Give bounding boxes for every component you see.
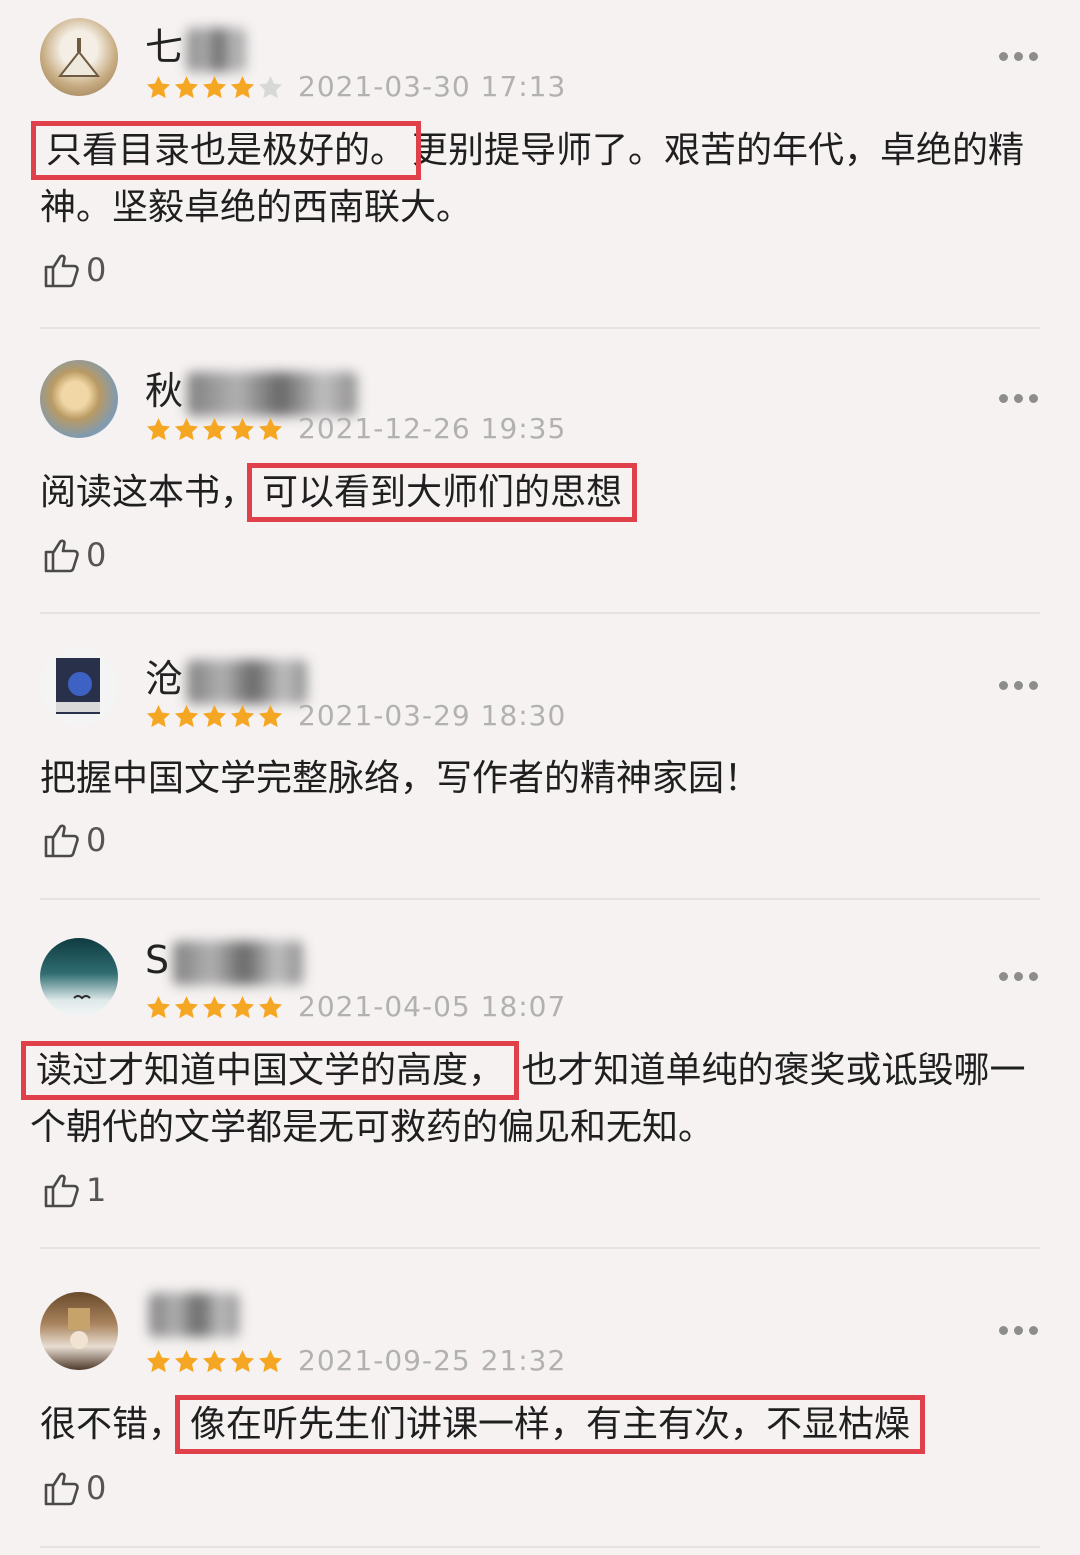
star-icon — [173, 416, 200, 443]
star-icon — [229, 74, 256, 101]
like-count: 0 — [86, 251, 107, 289]
highlight-box: 只看目录也是极好的。 — [30, 121, 422, 180]
thumbs-up-icon — [42, 250, 82, 290]
star-icon — [145, 1348, 172, 1375]
star-icon — [201, 703, 228, 730]
user-name-text: S — [145, 938, 170, 982]
thumbs-up-icon — [42, 1468, 82, 1508]
star-icon — [173, 994, 200, 1021]
avatar[interactable] — [40, 1292, 118, 1370]
like-button[interactable]: 0 — [42, 1468, 106, 1508]
star-icon — [257, 416, 284, 443]
user-name-text: 七 — [145, 25, 184, 69]
user-name-text: 秋 — [145, 369, 184, 413]
like-count: 0 — [86, 536, 107, 574]
star-icon — [257, 74, 284, 101]
highlight-box: 像在听先生们讲课一样，有主有次，不显枯燥 — [175, 1395, 926, 1454]
like-button[interactable]: 0 — [42, 820, 106, 860]
highlight-box: 读过才知道中国文学的高度， — [20, 1041, 520, 1100]
divider — [40, 1247, 1040, 1249]
more-dots-icon[interactable] — [999, 52, 1039, 64]
like-button[interactable]: 1 — [42, 1170, 106, 1210]
user-name-blur — [149, 1292, 239, 1337]
star-icon — [201, 416, 228, 443]
like-count: 1 — [86, 1171, 107, 1209]
star-icon — [201, 1348, 228, 1375]
review-date: 2021-03-30 17:13 — [298, 70, 567, 103]
star-icon — [173, 74, 200, 101]
star-icon — [229, 1348, 256, 1375]
user-name-blur — [187, 659, 308, 704]
user-name[interactable]: S — [145, 938, 304, 985]
highlight-box: 可以看到大师们的思想 — [247, 463, 638, 522]
star-icon — [173, 703, 200, 730]
avatar[interactable] — [40, 360, 118, 438]
rating-stars — [145, 74, 285, 104]
star-icon — [257, 994, 284, 1021]
review-text-before: 很不错， — [40, 1404, 185, 1445]
avatar[interactable] — [40, 18, 118, 96]
user-name[interactable]: 秋 — [145, 360, 358, 416]
more-dots-icon[interactable] — [999, 1326, 1039, 1338]
star-icon — [229, 703, 256, 730]
review-date: 2021-09-25 21:32 — [298, 1344, 567, 1377]
avatar[interactable] — [40, 648, 118, 726]
user-name[interactable]: 七 — [145, 16, 246, 72]
user-name-blur — [187, 371, 358, 416]
star-icon — [257, 1348, 284, 1375]
review-text: 把握中国文学完整脉络，写作者的精神家园！ — [40, 758, 761, 799]
divider — [40, 898, 1040, 900]
more-dots-icon[interactable] — [999, 394, 1039, 406]
thumbs-up-icon — [42, 820, 82, 860]
user-name-blur — [187, 27, 246, 72]
user-name-text: 沧 — [145, 657, 184, 701]
review-text-before: 阅读这本书， — [40, 472, 257, 513]
star-icon — [201, 994, 228, 1021]
user-name[interactable]: 沧 — [145, 648, 308, 704]
review-date: 2021-04-05 18:07 — [298, 990, 567, 1023]
like-button[interactable]: 0 — [42, 535, 106, 575]
review-text: 很不错， 像在听先生们讲课一样，有主有次，不显枯燥 — [40, 1395, 1040, 1454]
more-dots-icon[interactable] — [999, 972, 1039, 984]
star-icon — [229, 416, 256, 443]
star-icon — [145, 416, 172, 443]
thumbs-up-icon — [42, 1170, 82, 1210]
rating-stars — [145, 703, 285, 733]
like-count: 0 — [86, 1469, 107, 1507]
avatar[interactable] — [40, 938, 118, 1016]
rating-stars — [145, 1348, 285, 1378]
star-icon — [145, 74, 172, 101]
rating-stars — [145, 994, 285, 1024]
user-name-blur — [173, 940, 304, 985]
divider — [40, 327, 1040, 329]
divider — [40, 612, 1040, 614]
rating-stars — [145, 416, 285, 446]
like-count: 0 — [86, 821, 107, 859]
star-icon — [201, 74, 228, 101]
divider — [40, 1546, 1040, 1548]
star-icon — [173, 1348, 200, 1375]
user-name[interactable] — [145, 1290, 239, 1337]
star-icon — [257, 703, 284, 730]
review-text: 读过才知道中国文学的高度， 也才知道单纯的褒奖或诋毁哪一个朝代的文学都是无可救药… — [20, 1041, 1040, 1156]
more-dots-icon[interactable] — [999, 681, 1039, 693]
review-date: 2021-12-26 19:35 — [298, 412, 567, 445]
star-icon — [145, 994, 172, 1021]
like-button[interactable]: 0 — [42, 250, 106, 290]
review-date: 2021-03-29 18:30 — [298, 699, 567, 732]
thumbs-up-icon — [42, 535, 82, 575]
star-icon — [229, 994, 256, 1021]
review-text: 只看目录也是极好的。 更别提导师了。艰苦的年代，卓绝的精神。坚毅卓绝的西南联大。 — [30, 121, 1040, 236]
review-text: 阅读这本书， 可以看到大师们的思想 — [40, 463, 1040, 522]
star-icon — [145, 703, 172, 730]
